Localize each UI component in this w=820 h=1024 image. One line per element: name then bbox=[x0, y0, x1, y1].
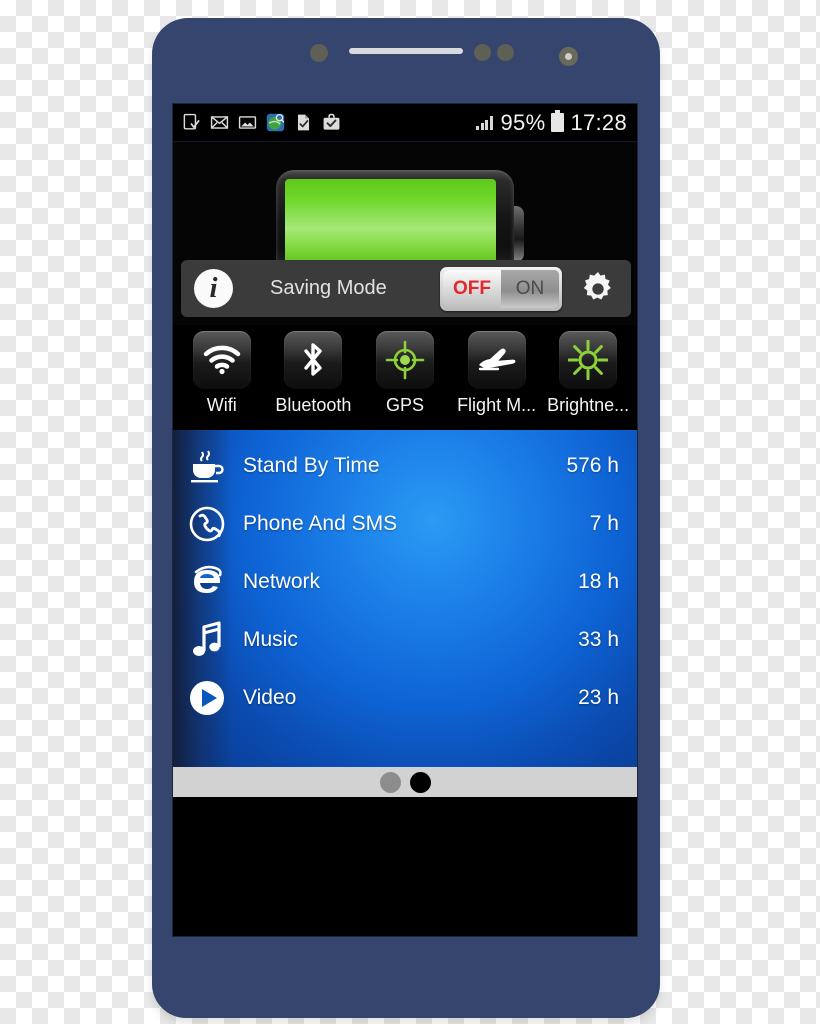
play-button-icon bbox=[187, 678, 227, 718]
document-check-icon bbox=[297, 114, 310, 131]
phone-handset-icon bbox=[187, 504, 227, 544]
quick-toggle-label: Bluetooth bbox=[275, 395, 352, 415]
list-item[interactable]: Network 18 h bbox=[173, 558, 637, 606]
quick-toggle-flight-mode[interactable]: Flight M... bbox=[451, 331, 543, 416]
list-item[interactable]: Music 33 h bbox=[173, 616, 637, 664]
gear-icon[interactable] bbox=[578, 269, 618, 309]
wifi-icon bbox=[203, 345, 241, 375]
quick-toggle-label: Flight M... bbox=[457, 395, 537, 415]
music-note-icon bbox=[187, 620, 227, 660]
battery-percent-label: 95% bbox=[500, 109, 546, 135]
light-sensor-icon bbox=[474, 44, 491, 61]
list-item[interactable]: Phone And SMS 7 h bbox=[173, 500, 637, 548]
clock-label: 17:28 bbox=[570, 109, 627, 135]
saving-mode-label: Saving Mode bbox=[270, 277, 387, 299]
quick-toggle-label: Brightne... bbox=[547, 395, 630, 415]
briefcase-check-icon bbox=[323, 113, 340, 130]
gps-crosshair-icon bbox=[385, 340, 425, 380]
list-item-label: Phone And SMS bbox=[243, 512, 398, 535]
coffee-cup-icon bbox=[187, 446, 227, 486]
list-item-label: Video bbox=[243, 686, 297, 709]
page-dot-1[interactable] bbox=[379, 771, 401, 793]
list-item[interactable]: Stand By Time 576 h bbox=[173, 442, 637, 490]
phone-screen: 95% 17:28 i Saving Mode OFF ON Wifi Blue… bbox=[172, 103, 638, 937]
quick-toggles-panel: Wifi Bluetooth GPS Flight M... Brightne.… bbox=[173, 325, 637, 430]
status-bar: 95% 17:28 bbox=[173, 104, 637, 141]
browser-e-icon bbox=[187, 562, 227, 602]
page-indicator[interactable] bbox=[173, 767, 637, 797]
list-item-value: 33 h bbox=[578, 628, 619, 651]
battery-full-icon bbox=[551, 110, 565, 132]
toggle-off-label[interactable]: OFF bbox=[443, 269, 501, 308]
page-dot-2[interactable] bbox=[409, 771, 431, 793]
email-icon bbox=[210, 116, 229, 129]
gps-tile[interactable] bbox=[375, 331, 434, 389]
quick-toggle-label: Wifi bbox=[206, 395, 237, 415]
bluetooth-icon bbox=[304, 343, 323, 376]
earpiece-speaker bbox=[349, 48, 463, 54]
list-item-value: 576 h bbox=[566, 454, 619, 477]
brightness-sun-icon bbox=[568, 340, 609, 380]
saving-mode-bar: i Saving Mode OFF ON bbox=[181, 260, 631, 317]
proximity-sensor-icon bbox=[310, 44, 328, 62]
info-icon[interactable]: i bbox=[194, 269, 233, 308]
quick-toggle-brightness[interactable]: Brightne... bbox=[542, 331, 634, 416]
screen-bottom-area bbox=[173, 797, 637, 861]
brightness-tile[interactable] bbox=[559, 331, 618, 389]
map-globe-icon bbox=[266, 113, 285, 132]
list-item-value: 7 h bbox=[589, 512, 619, 535]
saving-mode-toggle[interactable]: OFF ON bbox=[440, 266, 562, 311]
list-item-label: Music bbox=[243, 628, 298, 651]
status-bar-right: 95% 17:28 bbox=[476, 110, 627, 136]
usage-list: Stand By Time 576 h Phone And SMS 7 h Ne… bbox=[173, 430, 637, 767]
list-item-value: 18 h bbox=[578, 570, 619, 593]
quick-toggle-gps[interactable]: GPS bbox=[359, 331, 451, 416]
quick-toggle-label: GPS bbox=[385, 395, 424, 415]
wifi-tile[interactable] bbox=[192, 331, 251, 389]
airplane-icon bbox=[478, 348, 515, 371]
screenshot-image-icon bbox=[238, 116, 257, 129]
phone-device: 95% 17:28 i Saving Mode OFF ON Wifi Blue… bbox=[152, 18, 660, 1018]
signal-bars-icon bbox=[476, 115, 493, 130]
status-bar-left-icons bbox=[182, 113, 341, 132]
list-item-label: Network bbox=[243, 570, 321, 593]
quick-toggle-bluetooth[interactable]: Bluetooth bbox=[268, 331, 360, 416]
toggle-on-label[interactable]: ON bbox=[501, 269, 559, 308]
flight-mode-tile[interactable] bbox=[467, 331, 526, 389]
quick-toggle-wifi[interactable]: Wifi bbox=[176, 331, 268, 416]
front-camera-icon bbox=[559, 47, 578, 66]
list-item[interactable]: Video 23 h bbox=[173, 674, 637, 722]
battery-panel: i Saving Mode OFF ON bbox=[173, 141, 637, 325]
list-item-value: 23 h bbox=[578, 686, 619, 709]
list-item-label: Stand By Time bbox=[243, 454, 380, 477]
ir-sensor-icon bbox=[497, 44, 514, 61]
bluetooth-tile[interactable] bbox=[284, 331, 343, 389]
toggle-track: OFF ON bbox=[443, 269, 559, 308]
download-complete-icon bbox=[183, 113, 200, 130]
